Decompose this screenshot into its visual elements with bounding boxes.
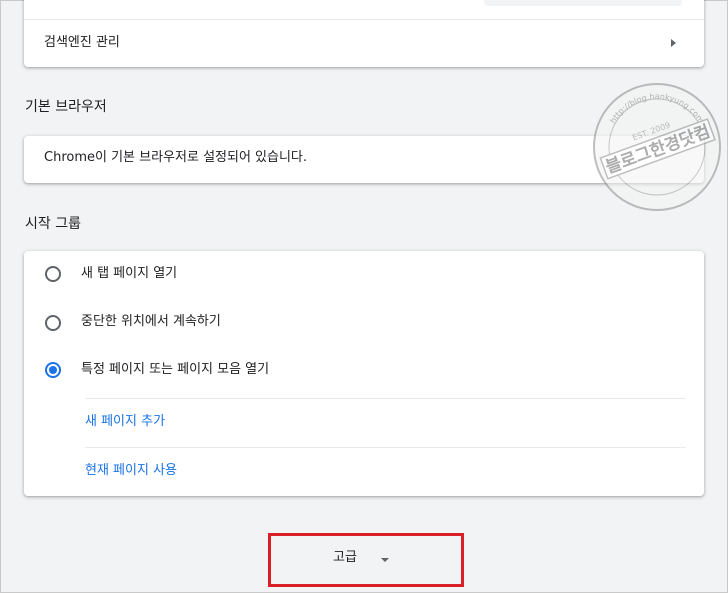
divider [85, 398, 686, 399]
radio-label: 중단한 위치에서 계속하기 [81, 314, 221, 329]
default-browser-title: 기본 브라우저 [25, 99, 107, 115]
radio-label: 특정 페이지 또는 페이지 모음 열기 [81, 362, 270, 377]
divider [24, 19, 704, 20]
radio-button[interactable] [45, 266, 61, 282]
watermark-stamp: http://blog.hankyung.com EST. 2009 블로그한경… [592, 82, 722, 212]
on-startup-card: 새 탭 페이지 열기 중단한 위치에서 계속하기 특정 페이지 또는 페이지 모… [24, 251, 704, 496]
use-current-pages-link[interactable]: 현재 페이지 사용 [85, 463, 177, 479]
chevron-right-icon[interactable] [671, 39, 676, 47]
search-engine-card: 검색엔진 관리 [24, 0, 704, 67]
search-engine-select[interactable] [484, 0, 682, 6]
manage-search-engines-label: 검색엔진 관리 [44, 35, 120, 50]
default-browser-status: Chrome이 기본 브라우저로 설정되어 있습니다. [44, 150, 308, 165]
divider [85, 447, 686, 448]
add-new-page-link[interactable]: 새 페이지 추가 [85, 414, 165, 430]
advanced-label: 고급 [333, 550, 357, 565]
caret-down-icon [381, 558, 389, 562]
radio-button[interactable] [45, 315, 61, 331]
on-startup-title: 시작 그룹 [25, 216, 81, 232]
radio-label: 새 탭 페이지 열기 [81, 266, 178, 281]
radio-button-checked[interactable] [45, 362, 61, 378]
advanced-button[interactable]: 고급 [272, 536, 456, 580]
